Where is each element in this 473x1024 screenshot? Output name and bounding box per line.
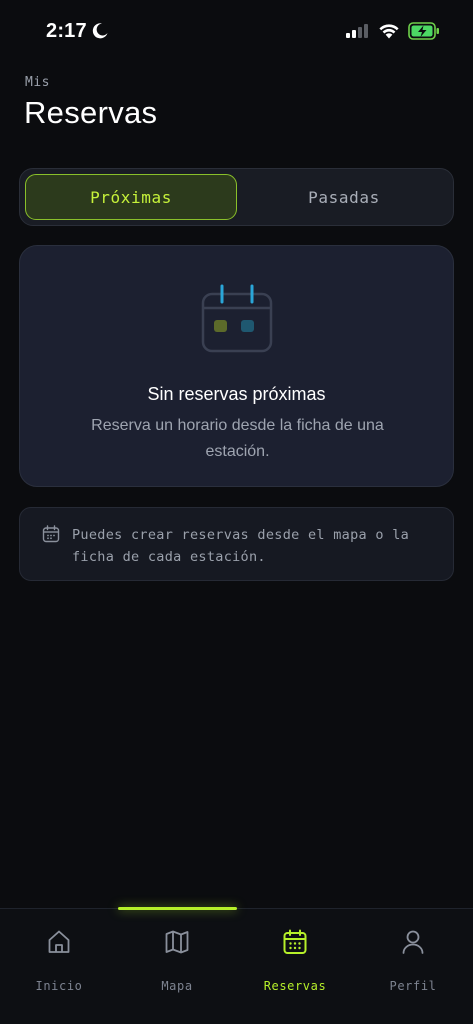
user-icon — [402, 930, 424, 954]
nav-label: Inicio — [35, 979, 83, 993]
nav-item-reservas[interactable]: Reservas — [236, 927, 354, 993]
battery-icon — [408, 22, 439, 40]
page-title: Reservas — [24, 95, 158, 130]
nav-label: Perfil — [389, 979, 437, 993]
nav-label: Reservas — [263, 979, 327, 993]
nav-active-indicator — [118, 907, 237, 910]
nav-item-mapa[interactable]: Mapa — [118, 927, 236, 993]
nav-item-inicio[interactable]: Inicio — [0, 927, 118, 993]
tab-pasadas[interactable]: Pasadas — [238, 174, 450, 220]
nav-item-perfil[interactable]: Perfil — [354, 927, 472, 993]
bottom-nav: Inicio Mapa Reservas Perfil — [0, 907, 473, 1024]
nav-label: Mapa — [161, 979, 193, 993]
empty-state-description: Reserva un horario desde la ficha de una… — [91, 417, 384, 460]
empty-state-title: Sin reservas próximas — [147, 384, 326, 404]
info-note-text: Puedes crear reservas desde el mapa o la… — [72, 527, 410, 565]
wifi-icon — [379, 24, 399, 39]
signal-icon — [346, 24, 368, 38]
empty-state-card: Sin reservas próximas Reserva un horario… — [19, 245, 454, 487]
calendar-icon — [201, 284, 273, 353]
tab-proximas[interactable]: Próximas — [25, 174, 237, 220]
map-icon — [165, 930, 189, 954]
moon-icon — [92, 23, 108, 39]
home-icon — [48, 930, 70, 953]
info-note: Puedes crear reservas desde el mapa o la… — [19, 507, 454, 581]
reservation-tabs: Próximas Pasadas — [19, 168, 454, 226]
status-bar: 2:17 — [0, 0, 473, 60]
calendar-icon — [283, 929, 307, 954]
calendar-icon — [42, 525, 60, 543]
status-time: 2:17 — [46, 20, 87, 42]
page-eyebrow: Mis — [25, 75, 50, 90]
